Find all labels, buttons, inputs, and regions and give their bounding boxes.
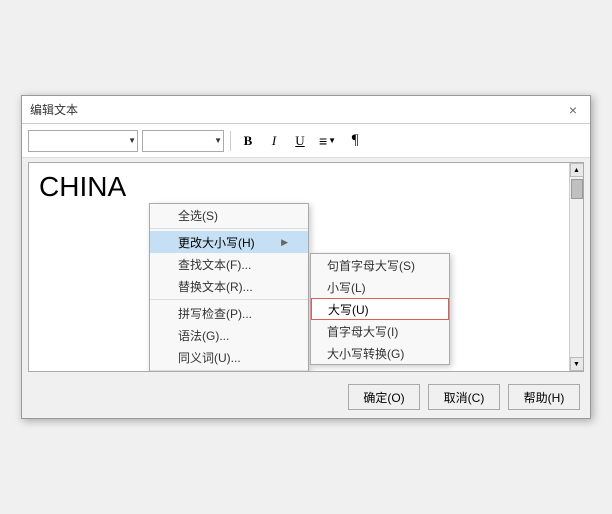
- toolbar-separator-1: [230, 131, 231, 151]
- close-button[interactable]: ×: [564, 101, 582, 119]
- paragraph-button[interactable]: ¶: [344, 130, 366, 152]
- toolbar: Arial ▼ 227.399 pt ▼ B I U ≡ ▼ ¶: [22, 124, 590, 158]
- submenu-uppercase[interactable]: 大写(U): [311, 298, 449, 320]
- menu-item-grammar[interactable]: 语法(G)...: [150, 324, 308, 346]
- menu-item-select-all[interactable]: 全选(S): [150, 204, 308, 226]
- scroll-thumb[interactable]: [571, 179, 583, 199]
- scroll-down-arrow[interactable]: ▼: [570, 357, 584, 371]
- submenu-sentence-case[interactable]: 句首字母大写(S): [311, 254, 449, 276]
- submenu-uppercase-label: 大写(U): [328, 301, 369, 318]
- menu-item-find-text[interactable]: 查找文本(F)...: [150, 253, 308, 275]
- menu-item-thesaurus-label: 同义词(U)...: [178, 349, 241, 366]
- menu-item-spell-check[interactable]: 拼写检查(P)...: [150, 302, 308, 324]
- menu-item-grammar-label: 语法(G)...: [178, 327, 229, 344]
- change-case-arrow: ▶: [281, 237, 288, 248]
- cancel-button[interactable]: 取消(C): [428, 384, 500, 410]
- help-button[interactable]: 帮助(H): [508, 384, 580, 410]
- menu-item-change-case-label: 更改大小写(H): [178, 234, 255, 251]
- submenu-lowercase-label: 小写(L): [327, 279, 366, 296]
- edit-text-dialog: 编辑文本 × Arial ▼ 227.399 pt ▼ B I U ≡ ▼ ¶ …: [21, 95, 591, 419]
- align-icon: ≡: [319, 133, 327, 149]
- scroll-up-arrow[interactable]: ▲: [570, 163, 584, 177]
- menu-item-change-case[interactable]: 更改大小写(H) ▶ 句首字母大写(S) 小写(L) 大写(U) 首字母大写(I…: [150, 231, 308, 253]
- text-content-area[interactable]: CHINA ▲ ▼ 全选(S) 更改大小写(H) ▶ 句首字母大写(S): [28, 162, 584, 372]
- underline-button[interactable]: U: [289, 130, 311, 152]
- ok-button[interactable]: 确定(O): [348, 384, 420, 410]
- font-name-input[interactable]: Arial: [28, 130, 138, 152]
- context-menu: 全选(S) 更改大小写(H) ▶ 句首字母大写(S) 小写(L) 大写(U): [149, 203, 309, 372]
- menu-separator-3: [150, 370, 308, 371]
- menu-separator-2: [150, 299, 308, 300]
- menu-item-thesaurus[interactable]: 同义词(U)...: [150, 346, 308, 368]
- submenu-sentence-case-label: 句首字母大写(S): [327, 257, 415, 274]
- bold-button[interactable]: B: [237, 130, 259, 152]
- dialog-footer: 确定(O) 取消(C) 帮助(H): [22, 376, 590, 418]
- font-size-wrapper: 227.399 pt ▼: [142, 130, 224, 152]
- menu-item-spell-check-label: 拼写检查(P)...: [178, 305, 252, 322]
- align-arrow: ▼: [328, 136, 336, 145]
- align-button[interactable]: ≡ ▼: [315, 130, 340, 152]
- submenu-title-case-label: 首字母大写(I): [327, 323, 398, 340]
- case-submenu: 句首字母大写(S) 小写(L) 大写(U) 首字母大写(I) 大小写转换(G): [310, 253, 450, 365]
- submenu-toggle-case[interactable]: 大小写转换(G): [311, 342, 449, 364]
- italic-button[interactable]: I: [263, 130, 285, 152]
- menu-item-select-all-label: 全选(S): [178, 207, 218, 224]
- submenu-title-case[interactable]: 首字母大写(I): [311, 320, 449, 342]
- scrollbar: ▲ ▼: [569, 163, 583, 371]
- title-bar: 编辑文本 ×: [22, 96, 590, 124]
- menu-item-replace-text-label: 替换文本(R)...: [178, 278, 253, 295]
- submenu-toggle-case-label: 大小写转换(G): [327, 345, 404, 362]
- font-name-wrapper: Arial ▼: [28, 130, 138, 152]
- menu-separator-1: [150, 228, 308, 229]
- font-size-input[interactable]: 227.399 pt: [142, 130, 224, 152]
- menu-item-replace-text[interactable]: 替换文本(R)...: [150, 275, 308, 297]
- dialog-title: 编辑文本: [30, 101, 78, 118]
- menu-item-find-text-label: 查找文本(F)...: [178, 256, 251, 273]
- submenu-lowercase[interactable]: 小写(L): [311, 276, 449, 298]
